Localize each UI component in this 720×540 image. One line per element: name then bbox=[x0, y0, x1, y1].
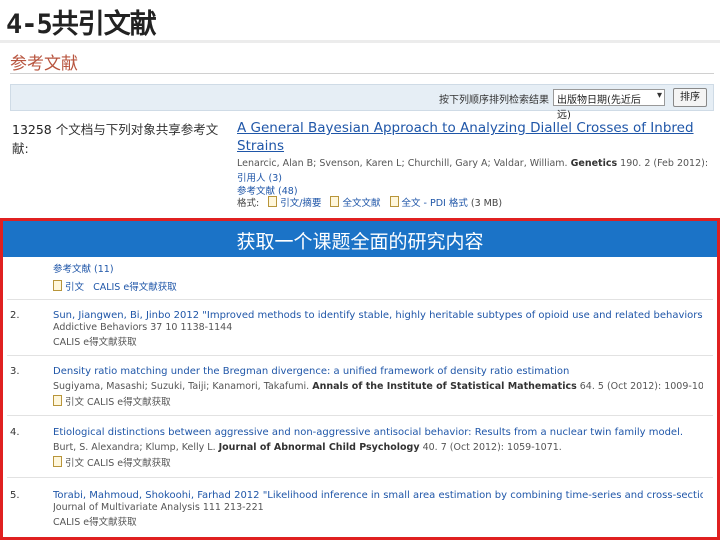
item-references-link[interactable]: 参考文献 (11) bbox=[53, 261, 177, 275]
main-article-title[interactable]: A General Bayesian Approach to Analyzing… bbox=[237, 119, 707, 155]
item-source: Burt, S. Alexandra; Klump, Kelly L. Jour… bbox=[53, 442, 703, 453]
item-links: 引文 CALIS e得文献获取 bbox=[53, 279, 177, 293]
calis-link[interactable]: CALIS e得文献获取 bbox=[93, 282, 177, 293]
main-citation: 190. 2 (Feb 2012): 413-35. bbox=[620, 158, 707, 169]
item-source: Addictive Behaviors 37 10 1138-1144 bbox=[53, 322, 233, 333]
shared-reference-summary: 13258 个文档与下列对象共享参考文献: bbox=[12, 120, 234, 158]
item-source: Sugiyama, Masashi; Suzuki, Taiji; Kanamo… bbox=[53, 381, 703, 392]
item-journal: Journal of Abnormal Child Psychology bbox=[218, 442, 420, 453]
document-icon bbox=[268, 196, 278, 207]
shared-count: 13258 bbox=[12, 122, 52, 137]
item-title[interactable]: Torabi, Mahmoud, Shokoohi, Farhad 2012 "… bbox=[53, 490, 703, 501]
sort-button[interactable]: 排序 bbox=[673, 88, 707, 107]
document-icon bbox=[53, 395, 62, 406]
sort-order-select[interactable]: 出版物日期(先近后远) ▾ bbox=[553, 89, 665, 121]
main-format-links: 格式: 引文/摘要 全文文献 全文 - PDI 格式 (3 MB) bbox=[237, 195, 502, 209]
cited-by-link[interactable]: 引用人 (3) bbox=[237, 170, 282, 184]
title-underline bbox=[0, 40, 720, 43]
item-links: 引文 CALIS e得文献获取 bbox=[53, 455, 703, 469]
main-authors-names: Lenarcic, Alan B; Svenson, Karen L; Chur… bbox=[237, 158, 568, 169]
calis-link[interactable]: CALIS e得文献获取 bbox=[53, 334, 703, 348]
item-title[interactable]: Sun, Jiangwen, Bi, Jinbo 2012 "Improved … bbox=[53, 310, 703, 321]
sort-order-value: 出版物日期(先近后远) bbox=[557, 95, 641, 121]
item-authors: Sugiyama, Masashi; Suzuki, Taiji; Kanamo… bbox=[53, 381, 310, 392]
sort-bar: 按下列顺序排列检索结果 出版物日期(先近后远) ▾ 排序 bbox=[10, 84, 714, 121]
item-number: 2. bbox=[10, 310, 20, 321]
item-number: 5. bbox=[10, 490, 20, 501]
item-number: 4. bbox=[10, 427, 20, 438]
format-label: 格式: bbox=[237, 198, 260, 209]
divider bbox=[7, 415, 713, 416]
divider bbox=[7, 477, 713, 478]
pdf-icon bbox=[389, 196, 399, 207]
main-journal: Genetics bbox=[570, 158, 618, 169]
banner-text: 获取一个课题全面的研究内容 bbox=[236, 231, 484, 253]
highlight-banner: 获取一个课题全面的研究内容 bbox=[3, 221, 717, 257]
item-links-text[interactable]: 引文 CALIS e得文献获取 bbox=[65, 397, 171, 408]
item-authors: Burt, S. Alexandra; Klump, Kelly L. bbox=[53, 442, 216, 453]
fulltext-link[interactable]: 全文文献 bbox=[342, 198, 380, 209]
panel-divider bbox=[10, 73, 714, 74]
abstract-link[interactable]: 引文/摘要 bbox=[280, 198, 321, 209]
document-icon bbox=[53, 456, 62, 467]
slide-title: 4-5共引文献 bbox=[6, 9, 157, 40]
item-links-text[interactable]: 引文 CALIS e得文献获取 bbox=[65, 458, 171, 469]
panel-title: 参考文献 bbox=[10, 54, 78, 74]
item-title[interactable]: Etiological distinctions between aggress… bbox=[53, 427, 703, 438]
divider bbox=[7, 299, 713, 300]
sort-label: 按下列顺序排列检索结果 bbox=[439, 95, 549, 106]
item-links: 引文 CALIS e得文献获取 bbox=[53, 394, 703, 408]
document-icon bbox=[330, 196, 340, 207]
document-icon bbox=[53, 280, 62, 291]
pdf-size: (3 MB) bbox=[470, 198, 503, 209]
divider bbox=[7, 355, 713, 356]
results-list: 参考文献 (11) 引文 CALIS e得文献获取 2. Sun, Jiangw… bbox=[3, 257, 717, 537]
item-source: Journal of Multivariate Analysis 111 213… bbox=[53, 502, 264, 513]
chevron-down-icon: ▾ bbox=[656, 90, 662, 101]
item-number: 3. bbox=[10, 366, 20, 377]
item-citation: 40. 7 (Oct 2012): 1059-1071. bbox=[422, 442, 562, 453]
main-article-authors: Lenarcic, Alan B; Svenson, Karen L; Chur… bbox=[237, 158, 707, 169]
calis-link[interactable]: CALIS e得文献获取 bbox=[53, 514, 703, 528]
item-journal: Annals of the Institute of Statistical M… bbox=[312, 381, 577, 392]
item-title[interactable]: Density ratio matching under the Bregman… bbox=[53, 366, 703, 377]
pdf-link[interactable]: 全文 - PDI 格式 bbox=[402, 198, 468, 209]
item-citation: 64. 5 (Oct 2012): 1009-1044. bbox=[579, 381, 703, 392]
list-item: 参考文献 (11) 引文 CALIS e得文献获取 bbox=[53, 261, 177, 293]
citation-link[interactable]: 引文 bbox=[65, 282, 84, 293]
